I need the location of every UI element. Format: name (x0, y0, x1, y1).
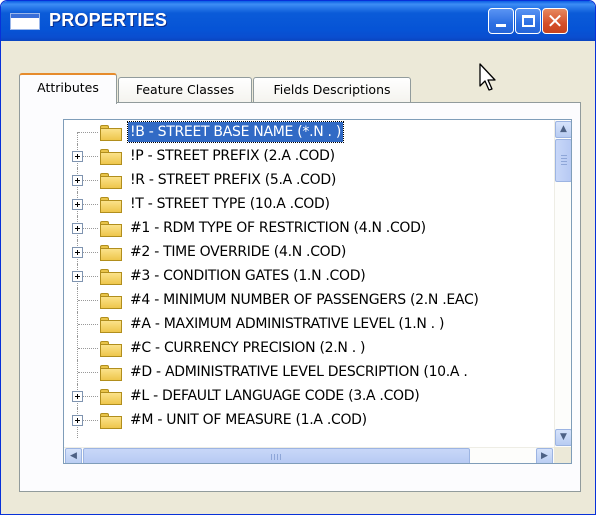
plus-expander-icon[interactable] (72, 199, 83, 210)
tree-item-label: #3 - CONDITION GATES (1.N .COD) (130, 268, 366, 284)
tree-branch-line (78, 372, 98, 373)
folder-icon (99, 124, 123, 141)
tree-item-label: !P - STREET PREFIX (2.A .COD) (130, 148, 335, 164)
scroll-up-button[interactable]: ▲ (555, 121, 571, 138)
minimize-icon (496, 24, 506, 27)
maximize-icon (522, 15, 535, 27)
tree-item-label: !T - STREET TYPE (10.A .COD) (130, 196, 330, 212)
tree-item-label: #2 - TIME OVERRIDE (4.N .COD) (130, 244, 347, 260)
tree-connector-line (77, 132, 78, 144)
close-button[interactable]: ✕ (542, 8, 568, 34)
tree-item-label: #C - CURRENCY PRECISION (2.N . ) (130, 340, 366, 356)
tree-item[interactable]: #C - CURRENCY PRECISION (2.N . ) (64, 336, 554, 360)
folder-icon (99, 364, 123, 381)
tree-item-label: !R - STREET PREFIX (5.A .COD) (130, 172, 337, 188)
plus-expander-icon[interactable] (72, 391, 83, 402)
folder-icon (99, 220, 123, 237)
tree-branch-line (78, 300, 98, 301)
tab-feature-classes[interactable]: Feature Classes (118, 77, 252, 103)
window-app-icon (10, 13, 40, 30)
attributes-tab-panel: !B - STREET BASE NAME (*.N . ) !P - STREE… (19, 102, 581, 492)
tab-strip: Attributes Feature Classes Fields Descri… (19, 73, 585, 104)
tree-item[interactable]: #3 - CONDITION GATES (1.N .COD) (64, 264, 554, 288)
plus-expander-icon[interactable] (72, 151, 83, 162)
folder-icon (99, 268, 123, 285)
tree-item[interactable]: #D - ADMINISTRATIVE LEVEL DESCRIPTION (1… (64, 360, 554, 384)
tree-item[interactable]: #A - MAXIMUM ADMINISTRATIVE LEVEL (1.N .… (64, 312, 554, 336)
tree-item-label: #D - ADMINISTRATIVE LEVEL DESCRIPTION (1… (130, 364, 468, 380)
tree-branch-line (78, 324, 98, 325)
plus-expander-icon[interactable] (72, 247, 83, 258)
horizontal-scrollbar[interactable]: ◀ ▶ (64, 447, 554, 463)
vertical-scrollbar[interactable]: ▲ ▼ (554, 120, 571, 447)
title-bar[interactable]: PROPERTIES ✕ (1, 1, 595, 41)
scroll-corner (554, 447, 571, 463)
tree-item[interactable]: !R - STREET PREFIX (5.A .COD) (64, 168, 554, 192)
tree-item-label: #M - UNIT OF MEASURE (1.A .COD) (130, 412, 367, 428)
tree-item[interactable]: #L - DEFAULT LANGUAGE CODE (3.A .COD) (64, 384, 554, 408)
properties-window: PROPERTIES ✕ Attributes Feature Classes … (0, 0, 596, 515)
window-title: PROPERTIES (49, 10, 168, 30)
tree-item[interactable]: #2 - TIME OVERRIDE (4.N .COD) (64, 240, 554, 264)
scroll-down-button[interactable]: ▼ (555, 429, 571, 446)
folder-icon (99, 412, 123, 429)
tree-item[interactable]: #M - UNIT OF MEASURE (1.A .COD) (64, 408, 554, 438)
horizontal-scroll-thumb[interactable] (83, 448, 470, 463)
plus-expander-icon[interactable] (72, 223, 83, 234)
attributes-tree[interactable]: !B - STREET BASE NAME (*.N . ) !P - STREE… (63, 119, 572, 464)
vertical-scroll-thumb[interactable] (555, 139, 571, 182)
tree-item[interactable]: !B - STREET BASE NAME (*.N . ) (64, 120, 554, 144)
tree-item-label: #A - MAXIMUM ADMINISTRATIVE LEVEL (1.N .… (130, 316, 445, 332)
folder-icon (99, 388, 123, 405)
scroll-left-button[interactable]: ◀ (65, 448, 82, 463)
tree-branch-line (78, 348, 98, 349)
tree-item[interactable]: #4 - MINIMUM NUMBER OF PASSENGERS (2.N .… (64, 288, 554, 312)
tree-item-label: !B - STREET BASE NAME (*.N . ) (126, 121, 345, 143)
maximize-button[interactable] (515, 8, 541, 34)
plus-expander-icon[interactable] (72, 415, 83, 426)
tree-item-label: #1 - RDM TYPE OF RESTRICTION (4.N .COD) (130, 220, 426, 236)
mouse-pointer-icon (479, 63, 496, 91)
tab-attributes[interactable]: Attributes (19, 73, 117, 104)
tab-fields-descriptions[interactable]: Fields Descriptions (253, 77, 411, 103)
tree-item[interactable]: !T - STREET TYPE (10.A .COD) (64, 192, 554, 216)
scroll-right-button[interactable]: ▶ (536, 448, 553, 463)
tree-item-label: #4 - MINIMUM NUMBER OF PASSENGERS (2.N .… (130, 292, 479, 308)
tree-branch-line (78, 132, 98, 133)
folder-icon (99, 148, 123, 165)
folder-icon (99, 244, 123, 261)
plus-expander-icon[interactable] (72, 175, 83, 186)
folder-icon (99, 316, 123, 333)
folder-icon (99, 292, 123, 309)
minimize-button[interactable] (488, 8, 514, 34)
close-icon: ✕ (546, 9, 564, 33)
folder-icon (99, 196, 123, 213)
folder-icon (99, 172, 123, 189)
plus-expander-icon[interactable] (72, 271, 83, 282)
tree-item[interactable]: !P - STREET PREFIX (2.A .COD) (64, 144, 554, 168)
tree-item-label: #L - DEFAULT LANGUAGE CODE (3.A .COD) (130, 388, 420, 404)
folder-icon (99, 340, 123, 357)
tree-item[interactable]: #1 - RDM TYPE OF RESTRICTION (4.N .COD) (64, 216, 554, 240)
